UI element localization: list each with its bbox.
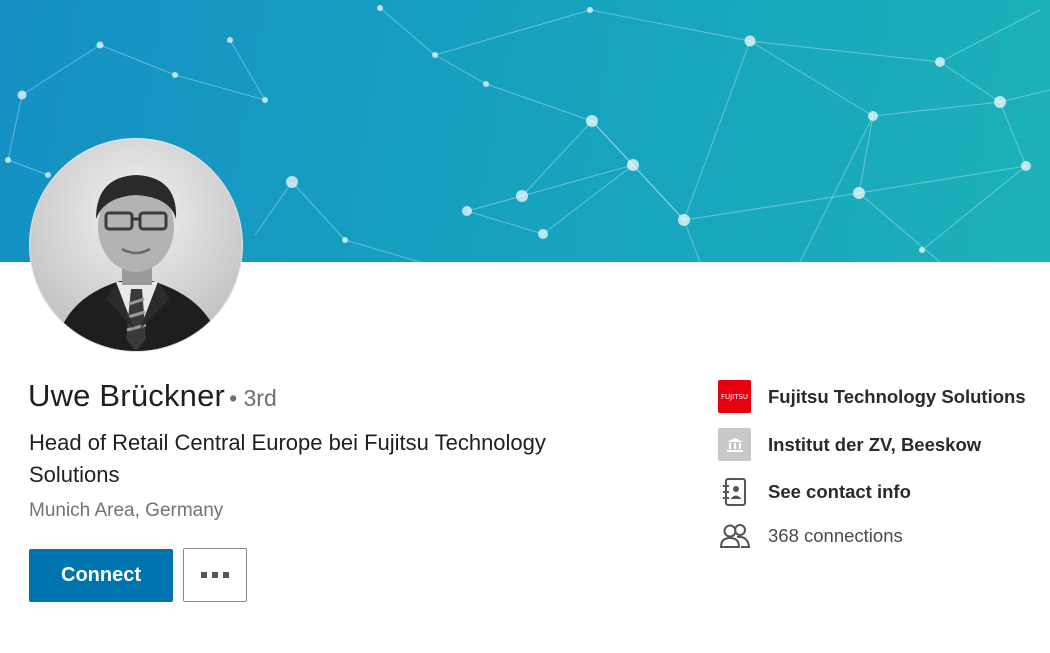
education-link[interactable]: Institut der ZV, Beeskow: [718, 428, 981, 461]
contact-info-link[interactable]: See contact info: [718, 475, 911, 508]
contact-label: See contact info: [768, 480, 911, 502]
more-dots-icon: [201, 572, 229, 578]
profile-headline: Head of Retail Central Europe bei Fujits…: [29, 430, 546, 487]
connections-link[interactable]: 368 connections: [718, 519, 903, 552]
school-label: Institut der ZV, Beeskow: [768, 433, 982, 455]
profile-photo[interactable]: [30, 139, 242, 351]
people-icon: [718, 519, 751, 552]
connection-degree: • 3rd: [229, 385, 277, 411]
profile-location: Munich Area, Germany: [29, 500, 224, 521]
fujitsu-logo-icon: FUJITSU: [718, 380, 751, 413]
name-line: Uwe Brückner • 3rd: [28, 378, 277, 414]
contact-card-icon: [718, 475, 751, 508]
profile-card: Uwe Brückner • 3rd Head of Retail Central…: [0, 0, 1050, 653]
profile-name: Uwe Brückner: [28, 378, 226, 413]
more-actions-button[interactable]: [183, 548, 247, 602]
connections-label: 368 connections: [768, 524, 903, 546]
avatar-icon: [30, 139, 242, 351]
school-icon: [718, 428, 751, 461]
connect-button[interactable]: Connect: [29, 549, 173, 602]
current-company-link[interactable]: FUJITSU Fujitsu Technology Solutions: [718, 380, 1026, 413]
company-label: Fujitsu Technology Solutions: [768, 385, 1026, 407]
